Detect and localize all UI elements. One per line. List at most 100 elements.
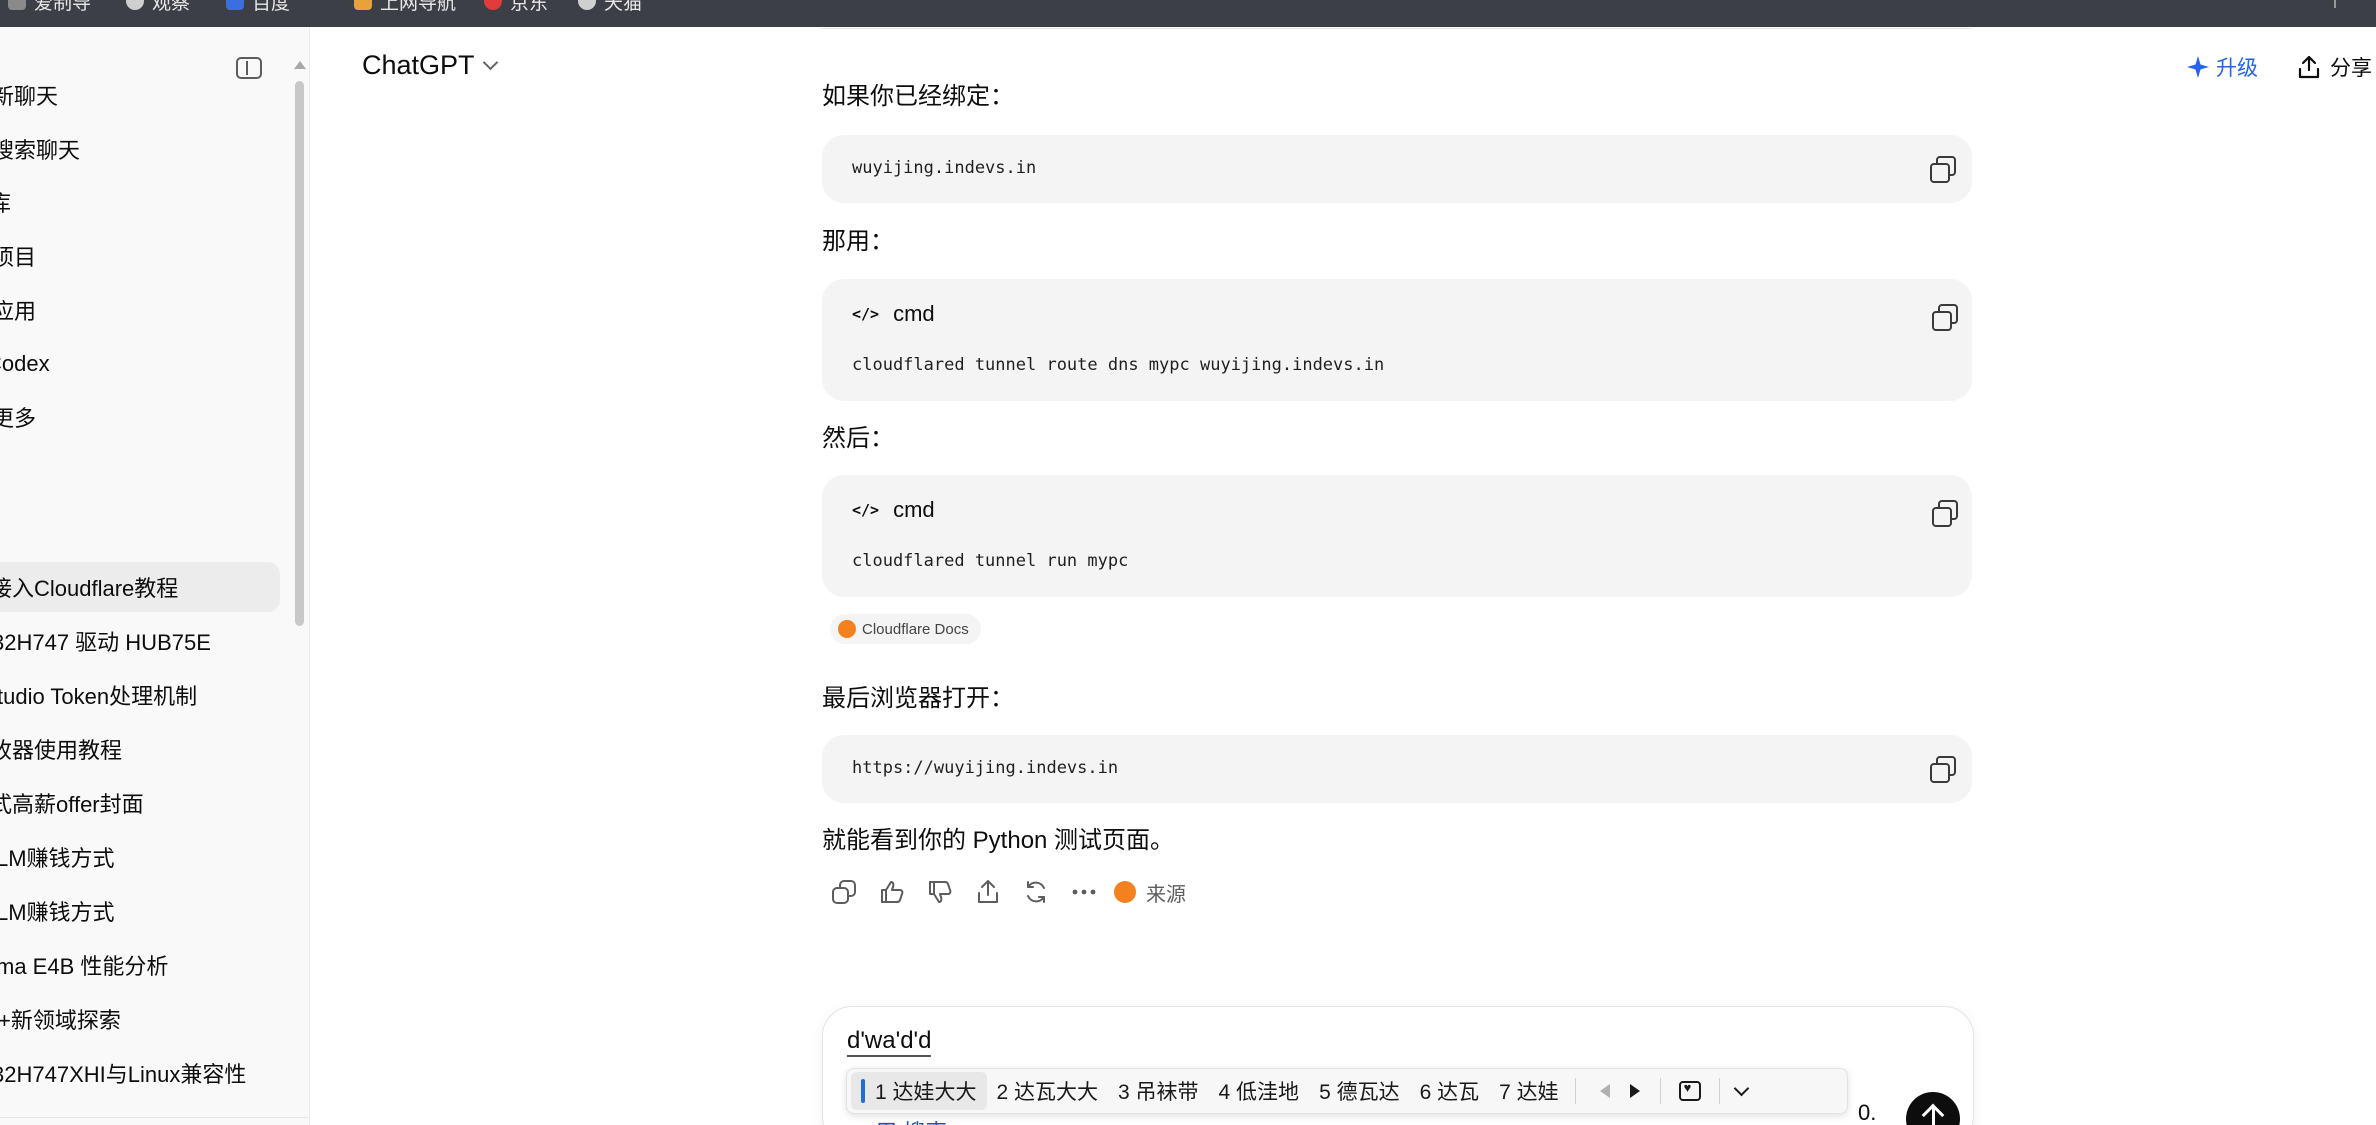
sidebar-item-library[interactable]: 库 [0, 177, 269, 227]
share-message-button[interactable] [964, 874, 1012, 910]
scrollbar-thumb[interactable] [295, 81, 304, 626]
model-selector[interactable]: ChatGPT [362, 50, 498, 81]
sources-button[interactable]: 来源 [1114, 878, 1186, 907]
chat-history-item[interactable]: LM赚钱方式 [0, 886, 276, 936]
ime-divider [1574, 1078, 1576, 1104]
more-options-button[interactable] [1060, 874, 1108, 910]
copy-icon[interactable] [1928, 755, 1956, 783]
assistant-paragraph: 就能看到你的 Python 测试页面。 [822, 827, 1175, 854]
ime-favorite-icon[interactable] [1678, 1080, 1701, 1101]
code-language: </> cmd [852, 301, 935, 326]
cloudflare-icon [1114, 881, 1136, 903]
code-bracket-icon: </> [852, 501, 880, 519]
upgrade-button[interactable]: 升级 [2186, 52, 2258, 82]
copy-icon[interactable] [1930, 303, 1958, 331]
chevron-down-icon [482, 54, 498, 71]
share-icon [2298, 55, 2320, 79]
ime-candidate-bar: 1 达娃大大 2 达瓦大大 3 吊袜带 4 低洼地 5 德瓦达 6 达瓦 7 达… [846, 1068, 1848, 1114]
code-block: wuyijing.indevs.in [822, 135, 1972, 203]
regenerate-button[interactable] [1012, 874, 1060, 910]
chat-history-item[interactable]: ma E4B 性能分析 [0, 940, 276, 990]
thread-top-divider [820, 28, 1972, 29]
code-text: cloudflared tunnel run mypc [852, 551, 1129, 571]
composer-tools-label[interactable]: 一 用 搜索 [847, 1115, 947, 1125]
copy-icon [832, 880, 856, 904]
copy-icon[interactable] [1928, 155, 1956, 183]
cloudflare-icon [838, 620, 856, 638]
ime-candidate[interactable]: 1 达娃大大 [851, 1072, 987, 1110]
toolbar-divider [2334, 0, 2336, 8]
chat-history-item[interactable]: 式高薪offer封面 [0, 778, 270, 828]
sidebar-item-projects[interactable]: 项目 [0, 231, 272, 281]
code-language: </> cmd [852, 497, 935, 522]
composer-edge-text: 0. [1858, 1100, 1877, 1125]
bookmark-icon [126, 0, 144, 10]
refresh-icon [1027, 881, 1045, 903]
bookmark-icon [8, 0, 26, 10]
sidebar-item-codex[interactable]: Codex [0, 339, 266, 389]
code-block: </> cmd cloudflared tunnel route dns mypc… [822, 279, 1972, 401]
composer-input-text[interactable]: d'wa'd'd [847, 1027, 932, 1057]
sparkle-icon [2187, 56, 2209, 78]
sidebar: 新聊天 搜索聊天 库 项目 应用 Codex 更多 接入Cloudflare教程… [0, 27, 310, 1125]
assistant-paragraph: 最后浏览器打开： [822, 685, 1014, 712]
bookmark-item[interactable]: 天猫 [578, 0, 642, 14]
code-bracket-icon: </> [852, 305, 880, 323]
ime-divider [1718, 1078, 1720, 1104]
chat-history-item[interactable]: +新领域探索 [0, 994, 278, 1044]
code-text: cloudflared tunnel route dns mypc wuyiji… [852, 355, 1385, 375]
assistant-paragraph: 如果你已经绑定： [822, 83, 1014, 110]
code-text: https://wuyijing.indevs.in [852, 758, 1119, 778]
ime-candidate[interactable]: 7 达娃 [1489, 1072, 1569, 1110]
ellipsis-icon [1072, 889, 1096, 895]
sidebar-item-more[interactable]: 更多 [0, 392, 272, 442]
thumbs-up-button[interactable] [868, 874, 916, 910]
ime-cursor [861, 1079, 865, 1103]
baidu-icon [226, 0, 244, 10]
thumbs-up-icon [881, 881, 904, 903]
ime-prev-page-icon[interactable] [1599, 1084, 1610, 1098]
bookmarks-bar: 爱制导 观察 百度 上网导航 京东 天猫 [0, 0, 2376, 27]
sidebar-item-apps[interactable]: 应用 [0, 285, 272, 335]
ime-candidate[interactable]: 4 低洼地 [1209, 1072, 1310, 1110]
chat-history-item[interactable]: tudio Token处理机制 [0, 670, 277, 720]
bookmark-item[interactable]: 上网导航 [354, 0, 456, 14]
assistant-paragraph: 然后： [822, 425, 894, 452]
jd-icon [484, 0, 502, 10]
thumbs-down-icon [929, 881, 952, 903]
source-chip[interactable]: Cloudflare Docs [830, 614, 981, 644]
bookmark-icon [354, 0, 372, 10]
assistant-paragraph: 那用： [822, 228, 894, 255]
sidebar-scrollbar[interactable] [292, 53, 306, 1125]
chat-history-item[interactable]: LM赚钱方式 [0, 832, 276, 882]
ime-candidate[interactable]: 3 吊袜带 [1108, 1072, 1209, 1110]
sidebar-item-new-chat[interactable]: 新聊天 [0, 70, 272, 120]
ime-next-page-icon[interactable] [1629, 1084, 1640, 1098]
share-icon [978, 880, 998, 903]
code-block: https://wuyijing.indevs.in [822, 735, 1972, 803]
ime-candidate[interactable]: 5 德瓦达 [1309, 1072, 1410, 1110]
chat-history-item[interactable]: 接入Cloudflare教程 [0, 562, 280, 612]
sidebar-item-search-chats[interactable]: 搜索聊天 [0, 124, 272, 174]
code-text: wuyijing.indevs.in [852, 158, 1037, 178]
bookmark-item[interactable]: 京东 [484, 0, 548, 14]
chat-history-item[interactable]: 32H747 驱动 HUB75E [0, 616, 272, 666]
ime-expand-chevron-icon[interactable] [1733, 1080, 1749, 1096]
bookmark-icon [578, 0, 596, 10]
share-button[interactable]: 分享 [2298, 52, 2372, 82]
scroll-up-arrow-icon[interactable] [294, 61, 306, 69]
bookmark-item[interactable]: 百度 [226, 0, 290, 14]
ime-candidate[interactable]: 2 达瓦大大 [987, 1072, 1109, 1110]
ime-candidate[interactable]: 6 达瓦 [1410, 1072, 1490, 1110]
copy-message-button[interactable] [820, 874, 868, 910]
ime-divider [1659, 1078, 1661, 1104]
copy-icon[interactable] [1930, 499, 1958, 527]
message-actions: 来源 [820, 874, 1186, 910]
chat-history-item[interactable]: 收器使用教程 [0, 724, 270, 774]
code-block: </> cmd cloudflared tunnel run mypc [822, 475, 1972, 597]
bookmark-item[interactable]: 爱制导 [8, 0, 91, 14]
bookmark-item[interactable]: 观察 [126, 0, 190, 14]
sidebar-divider [0, 1117, 309, 1118]
thumbs-down-button[interactable] [916, 874, 964, 910]
chat-history-item[interactable]: 32H747XHI与Linux兼容性 [0, 1048, 272, 1098]
